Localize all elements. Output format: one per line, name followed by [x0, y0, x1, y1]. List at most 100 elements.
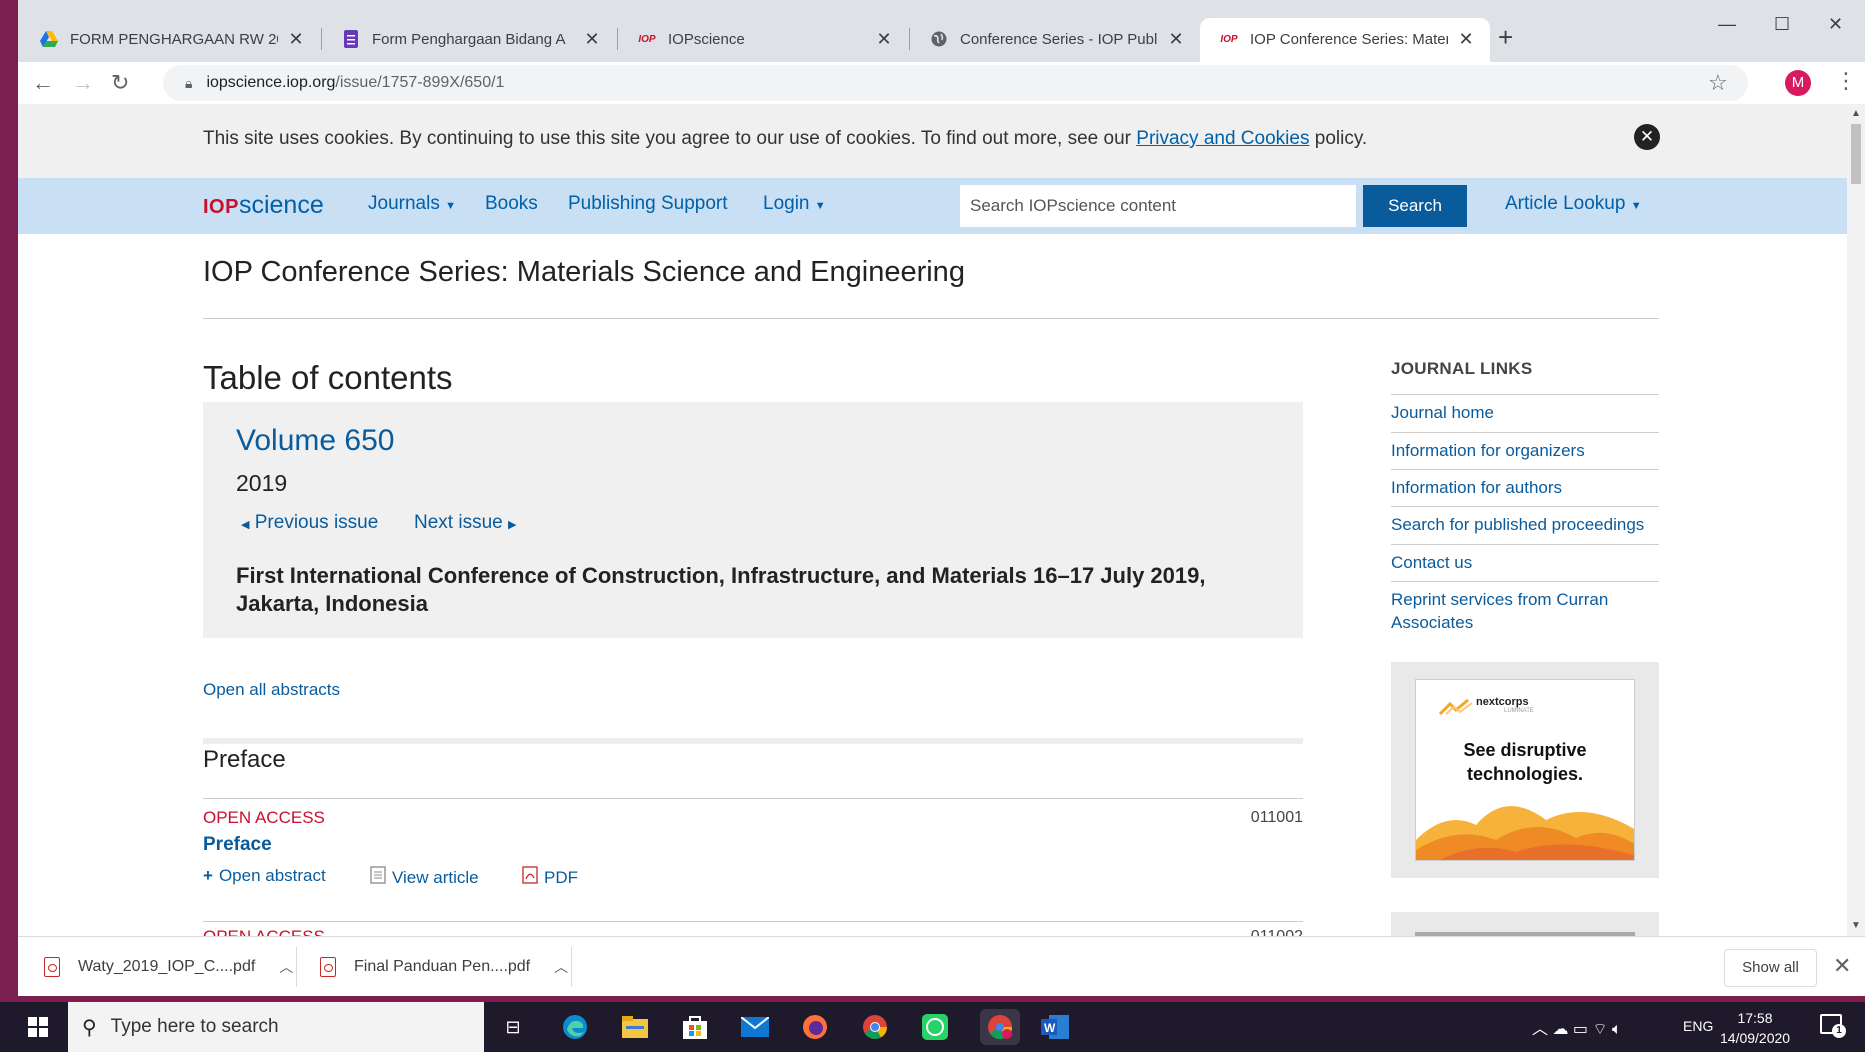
pdf-icon	[522, 866, 538, 889]
caret-left-icon: ◀	[241, 519, 250, 531]
address-bar[interactable]: 🔒︎ iopscience.iop.org/issue/1757-899X/65…	[163, 65, 1748, 101]
mail-icon[interactable]	[740, 1012, 770, 1042]
ad-card[interactable]: nextcorps LUMINATE See disruptive technol…	[1415, 679, 1635, 861]
scroll-up-icon: ▲	[1851, 108, 1861, 119]
tab-title: Form Penghargaan Bidang A	[372, 30, 566, 48]
tab-title: FORM PENGHARGAAN RW 2020	[70, 30, 278, 48]
menu-dots-icon[interactable]: ⋮	[1835, 68, 1857, 94]
windows-start-icon[interactable]	[28, 1017, 48, 1037]
reload-icon[interactable]: ↻	[111, 70, 129, 96]
nav-journals[interactable]: Journals ▼	[368, 193, 456, 215]
language-indicator[interactable]: ENG	[1683, 1018, 1713, 1034]
link-journal-home[interactable]: Journal home	[1391, 394, 1659, 424]
pdf-file-icon	[44, 957, 60, 977]
close-icon[interactable]: ✕	[874, 29, 894, 50]
link-search-proceedings[interactable]: Search for published proceedings	[1391, 506, 1659, 536]
bookmark-star-icon[interactable]: ☆	[1708, 70, 1728, 96]
nav-books[interactable]: Books	[485, 193, 538, 215]
privacy-cookies-link[interactable]: Privacy and Cookies	[1136, 128, 1309, 149]
section-bar	[203, 738, 1303, 744]
tab-form-penghargaan-rw[interactable]: FORM PENGHARGAAN RW 2020 ✕	[20, 18, 320, 60]
notification-icon[interactable]: 1	[1820, 1014, 1846, 1038]
download-shelf: Waty_2019_IOP_C....pdf ︿ Final Panduan P…	[18, 936, 1865, 996]
iop-icon: IOP	[638, 33, 656, 45]
cookie-banner: This site uses cookies. By continuing to…	[18, 104, 1847, 178]
chevron-up-icon[interactable]: ︿	[279, 957, 293, 977]
search-icon: ⚲	[82, 1016, 97, 1039]
iopscience-logo[interactable]: IOPscience	[203, 191, 324, 220]
download-item[interactable]: Waty_2019_IOP_C....pdf ︿	[44, 937, 293, 997]
chevron-up-icon[interactable]: ︿	[554, 957, 568, 977]
system-tray-icons[interactable]: ︿ ☁ ▭ ⌔ 🔈︎	[1532, 1015, 1622, 1039]
tab-iopscience[interactable]: IOP IOPscience ✕	[618, 18, 908, 60]
scrollbar-thumb[interactable]	[1851, 124, 1861, 184]
close-icon[interactable]: ✕	[1166, 29, 1186, 50]
open-abstract-link[interactable]: + Open abstract	[203, 866, 326, 886]
previous-issue-link[interactable]: ◀ Previous issue	[241, 512, 378, 534]
file-explorer-icon[interactable]	[620, 1012, 650, 1042]
ad-headline: See disruptive technologies.	[1463, 740, 1587, 784]
taskbar-search[interactable]: ⚲ Type here to search	[68, 1002, 484, 1052]
link-contact-us[interactable]: Contact us	[1391, 544, 1659, 574]
caret-down-icon: ▼	[1630, 200, 1642, 212]
pdf-file-icon	[320, 957, 336, 977]
forward-icon[interactable]: →	[72, 70, 94, 96]
browser-toolbar: ← → ↻ 🔒︎ iopscience.iop.org/issue/1757-8…	[18, 62, 1865, 104]
chrome-profile-icon[interactable]	[980, 1009, 1020, 1045]
tab-title: Conference Series - IOP Publishing	[960, 30, 1158, 48]
clock-time: 17:58	[1737, 1010, 1773, 1026]
close-icon[interactable]: ✕	[582, 29, 602, 50]
download-item[interactable]: Final Panduan Pen....pdf ︿	[320, 937, 568, 997]
cookie-close-icon[interactable]: ✕	[1634, 124, 1660, 150]
chrome-icon[interactable]	[860, 1012, 890, 1042]
caret-down-icon: ▼	[814, 200, 826, 212]
taskbar-clock[interactable]: 17:58 14/09/2020	[1720, 1008, 1790, 1048]
journal-title[interactable]: IOP Conference Series: Materials Science…	[203, 256, 965, 289]
google-drive-icon	[40, 30, 58, 48]
link-info-organizers[interactable]: Information for organizers	[1391, 432, 1659, 462]
link-reprint-services[interactable]: Reprint services from Curran Associates	[1391, 581, 1659, 634]
divider	[203, 921, 1303, 922]
volume-title[interactable]: Volume 650	[236, 424, 394, 458]
nav-publishing-support[interactable]: Publishing Support	[568, 193, 728, 215]
caret-down-icon: ▼	[445, 200, 456, 212]
svg-text:W: W	[1044, 1021, 1056, 1035]
article-title-link[interactable]: Preface	[203, 834, 272, 856]
word-icon[interactable]: W	[1040, 1012, 1070, 1042]
tab-title: IOP Conference Series: Materials	[1250, 30, 1448, 48]
tab-form-penghargaan-bidang[interactable]: Form Penghargaan Bidang A ✕	[322, 18, 616, 60]
new-tab-button[interactable]: +	[1498, 22, 1513, 53]
close-icon[interactable]: ✕	[1456, 29, 1476, 50]
task-view-icon[interactable]: ⊟	[498, 1012, 528, 1042]
maximize-button[interactable]: ☐	[1774, 14, 1790, 35]
link-info-authors[interactable]: Information for authors	[1391, 469, 1659, 499]
search-button[interactable]: Search	[1363, 185, 1467, 227]
volume-year: 2019	[236, 470, 288, 496]
show-all-downloads-button[interactable]: Show all	[1724, 949, 1817, 987]
pdf-link[interactable]: PDF	[522, 866, 578, 889]
close-icon[interactable]: ✕	[1833, 953, 1851, 979]
window-close-button[interactable]: ✕	[1828, 14, 1843, 35]
close-icon[interactable]: ✕	[286, 29, 306, 50]
edge-icon[interactable]	[560, 1012, 590, 1042]
next-issue-link[interactable]: Next issue ▶	[414, 512, 516, 534]
minimize-button[interactable]: —	[1718, 14, 1736, 35]
taskbar-search-placeholder: Type here to search	[110, 1016, 279, 1037]
cookie-message: This site uses cookies. By continuing to…	[203, 128, 1368, 149]
url-host: iopscience.iop.org	[206, 74, 336, 91]
store-icon[interactable]	[680, 1012, 710, 1042]
view-article-link[interactable]: View article	[370, 866, 479, 889]
back-icon[interactable]: ←	[32, 70, 54, 96]
tab-conference-series[interactable]: Conference Series - IOP Publishing ✕	[910, 18, 1200, 60]
open-all-abstracts-link[interactable]: Open all abstracts	[203, 680, 340, 700]
profile-avatar[interactable]: M	[1785, 70, 1811, 96]
site-search-input[interactable]	[960, 185, 1356, 227]
nav-login[interactable]: Login ▼	[763, 193, 826, 215]
article-number: 011002	[1248, 928, 1303, 936]
firefox-icon[interactable]	[800, 1012, 830, 1042]
globe-icon	[930, 30, 948, 48]
ad-brand: nextcorps LUMINATE	[1476, 696, 1534, 714]
nav-article-lookup[interactable]: Article Lookup ▼	[1505, 193, 1642, 215]
page-scrollbar[interactable]: ▲ ▼	[1847, 104, 1865, 936]
whatsapp-icon[interactable]	[920, 1012, 950, 1042]
